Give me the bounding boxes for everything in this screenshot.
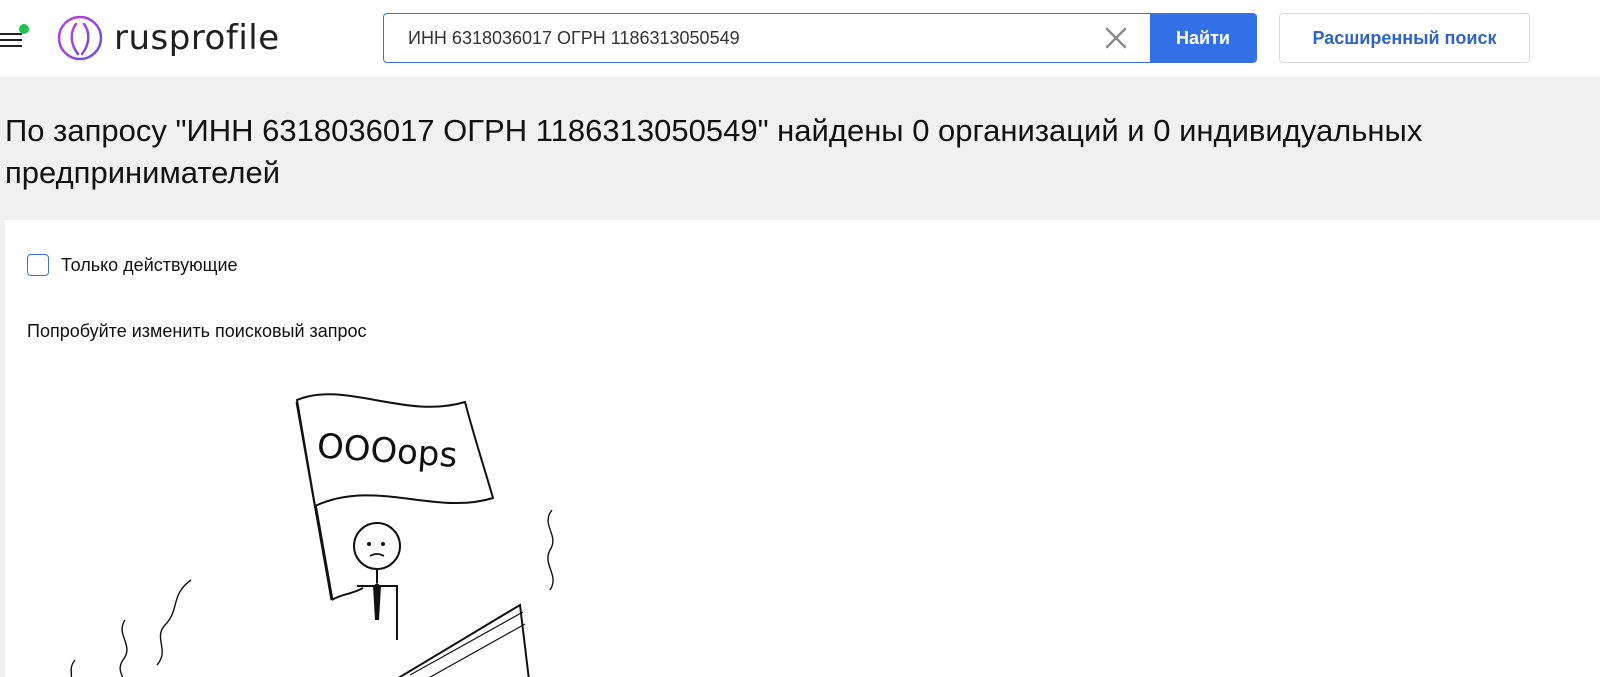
- empty-results-hint: Попробуйте изменить поисковый запрос: [27, 321, 367, 341]
- advanced-search-button[interactable]: Расширенный поиск: [1279, 13, 1530, 63]
- notification-dot: [19, 24, 29, 34]
- search-button[interactable]: Найти: [1150, 14, 1256, 62]
- site-logo[interactable]: rusprofile: [56, 14, 280, 62]
- active-only-checkbox[interactable]: [27, 254, 49, 276]
- hamburger-menu-icon-bar: [0, 45, 22, 47]
- rusprofile-logo-icon: [57, 15, 103, 61]
- site-header: rusprofile Найти Расширенный поиск: [0, 0, 1600, 77]
- search-bar: Найти: [383, 13, 1257, 63]
- menu-button[interactable]: [0, 24, 30, 50]
- close-icon[interactable]: [1104, 26, 1128, 50]
- active-only-label: Только действующие: [61, 254, 238, 275]
- results-header: По запросу "ИНН 6318036017 ОГРН 11863130…: [0, 77, 1600, 220]
- search-input[interactable]: [384, 14, 1150, 62]
- logo-text: rusprofile: [114, 18, 280, 58]
- oops-illustration: OOOops: [70, 393, 554, 677]
- active-only-filter[interactable]: Только действующие: [27, 254, 238, 276]
- hamburger-menu-icon-bar: [0, 39, 22, 41]
- page-title: По запросу "ИНН 6318036017 ОГРН 11863130…: [5, 113, 1423, 190]
- hamburger-menu-icon: [0, 33, 22, 35]
- results-content: Только действующие Попробуйте изменить п…: [5, 220, 1600, 677]
